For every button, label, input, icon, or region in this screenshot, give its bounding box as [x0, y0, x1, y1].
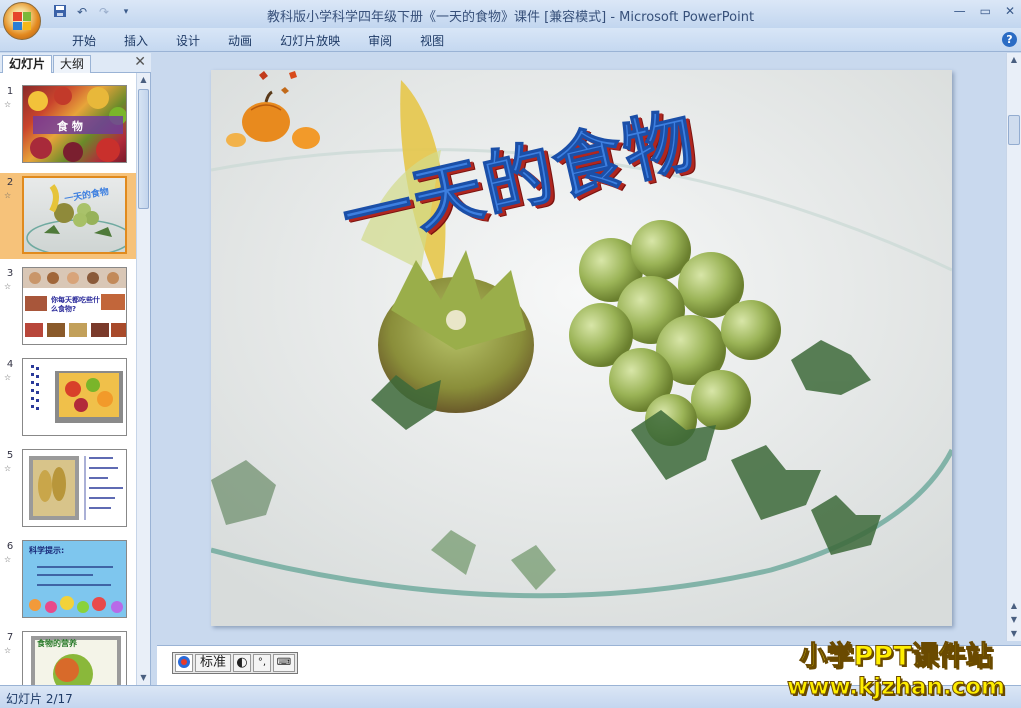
thumb-title: 食 物 [57, 120, 83, 133]
tab-animations[interactable]: 动画 [214, 32, 266, 50]
soft-keyboard-icon[interactable]: ⌨ [273, 654, 295, 672]
ribbon-tabs: 开始 插入 设计 动画 幻灯片放映 审阅 视图 [58, 32, 458, 50]
animation-icon: ☆ [4, 373, 12, 382]
ribbon: 开始 插入 设计 动画 幻灯片放映 审阅 视图 ? [0, 28, 1021, 52]
slide-number: 2 [6, 177, 14, 188]
slide-counter: 幻灯片 2/17 [6, 692, 73, 706]
tab-design[interactable]: 设计 [162, 32, 214, 50]
ime-mode-label[interactable]: 标准 [195, 654, 231, 672]
punctuation-icon[interactable]: °, [253, 654, 271, 672]
thumb-preview [22, 449, 127, 527]
slide-number: 6 [6, 541, 14, 552]
watermark-line2: www.kjzhan.com [787, 674, 1006, 701]
tab-slideshow[interactable]: 幻灯片放映 [266, 32, 354, 50]
close-window-icon[interactable]: ✕ [1005, 4, 1015, 18]
window-title: 教科版小学科学四年级下册《一天的食物》课件 [兼容模式] - Microsoft… [266, 10, 755, 25]
thumb-image [31, 365, 123, 423]
animation-icon: ☆ [4, 191, 12, 200]
thumbnails-scrollbar[interactable]: ▲ ▼ [136, 73, 150, 685]
next-slide-icon[interactable]: ▼ [1007, 613, 1021, 627]
scroll-down-icon[interactable]: ▼ [1007, 627, 1021, 641]
tab-outline[interactable]: 大纲 [53, 55, 92, 73]
office-logo-icon [13, 12, 31, 30]
slide-thumb-7[interactable]: 7 ☆ 食物的营养 [0, 628, 137, 685]
slide-number: 1 [6, 86, 14, 97]
slide-editor: 一天的食物 ▲ ▲ ▼ ▼ [152, 53, 1021, 641]
scroll-thumb[interactable] [138, 89, 149, 209]
thumb-title: 科学提示: [29, 546, 65, 555]
tab-insert[interactable]: 插入 [110, 32, 162, 50]
thumb-preview: 一天的食物 [22, 176, 127, 254]
slide-thumbnails: 1 ☆ 食 物 2 ☆ 一天的食物 3 ☆ 你每天都吃些什么食物? 4 ☆ 5 … [0, 73, 137, 685]
watermark-line1: 小学PPT课件站 [799, 641, 993, 672]
animation-icon: ☆ [4, 646, 12, 655]
minimize-icon[interactable]: — [954, 4, 966, 18]
thumb-title: 你每天都吃些什么食物? [51, 296, 100, 313]
tab-slides[interactable]: 幻灯片 [2, 55, 53, 73]
thumb-image [29, 456, 123, 520]
slide-thumb-5[interactable]: 5 ☆ [0, 446, 137, 532]
slide-number: 3 [6, 268, 14, 279]
thumb-preview [22, 358, 127, 436]
slide-thumb-6[interactable]: 6 ☆ 科学提示: [0, 537, 137, 623]
thumb-preview: 你每天都吃些什么食物? [22, 267, 127, 345]
tab-review[interactable]: 审阅 [354, 32, 406, 50]
ime-logo-icon[interactable] [175, 654, 193, 672]
animation-icon: ☆ [4, 555, 12, 564]
thumb-preview: 食物的营养 [22, 631, 127, 685]
ime-toolbar: 标准 ◐ °, ⌨ [172, 652, 298, 674]
animation-icon: ☆ [4, 464, 12, 473]
title-bar: ↶ ↷ ▾ 教科版小学科学四年级下册《一天的食物》课件 [兼容模式] - Mic… [0, 0, 1021, 28]
scroll-up-icon[interactable]: ▲ [137, 73, 150, 87]
slide-number: 5 [6, 450, 14, 461]
slide-number: 7 [6, 632, 14, 643]
slide-thumb-2[interactable]: 2 ☆ 一天的食物 [0, 173, 137, 259]
current-slide[interactable]: 一天的食物 [211, 70, 952, 626]
tab-view[interactable]: 视图 [406, 32, 458, 50]
scroll-thumb[interactable] [1008, 115, 1020, 145]
thumb-preview: 食 物 [22, 85, 127, 163]
watermark: 小学PPT课件站 www.kjzhan.com [776, 641, 1016, 702]
pane-tabs: 幻灯片 大纲 ✕ [0, 53, 151, 73]
help-icon[interactable]: ? [1002, 32, 1017, 47]
thumb-title: 食物的营养 [37, 639, 77, 648]
animation-icon: ☆ [4, 100, 12, 109]
slide-thumb-4[interactable]: 4 ☆ [0, 355, 137, 441]
prev-slide-icon[interactable]: ▲ [1007, 599, 1021, 613]
restore-icon[interactable]: ▭ [980, 4, 991, 18]
scroll-up-icon[interactable]: ▲ [1007, 53, 1021, 67]
slide-thumb-3[interactable]: 3 ☆ 你每天都吃些什么食物? [0, 264, 137, 350]
close-pane-icon[interactable]: ✕ [134, 54, 146, 70]
slide-number: 4 [6, 359, 14, 370]
editor-scrollbar[interactable]: ▲ ▲ ▼ ▼ [1006, 53, 1021, 641]
half-width-icon[interactable]: ◐ [233, 654, 251, 672]
tab-home[interactable]: 开始 [58, 32, 110, 50]
slide-thumb-1[interactable]: 1 ☆ 食 物 [0, 82, 137, 168]
scroll-down-icon[interactable]: ▼ [137, 671, 150, 685]
thumb-preview: 科学提示: [22, 540, 127, 618]
window-controls: — ▭ ✕ [954, 4, 1015, 18]
slides-pane: 幻灯片 大纲 ✕ 1 ☆ 食 物 2 ☆ 一天的食物 3 ☆ 你每天都吃些什么食… [0, 53, 151, 685]
office-button[interactable] [3, 2, 41, 40]
animation-icon: ☆ [4, 282, 12, 291]
